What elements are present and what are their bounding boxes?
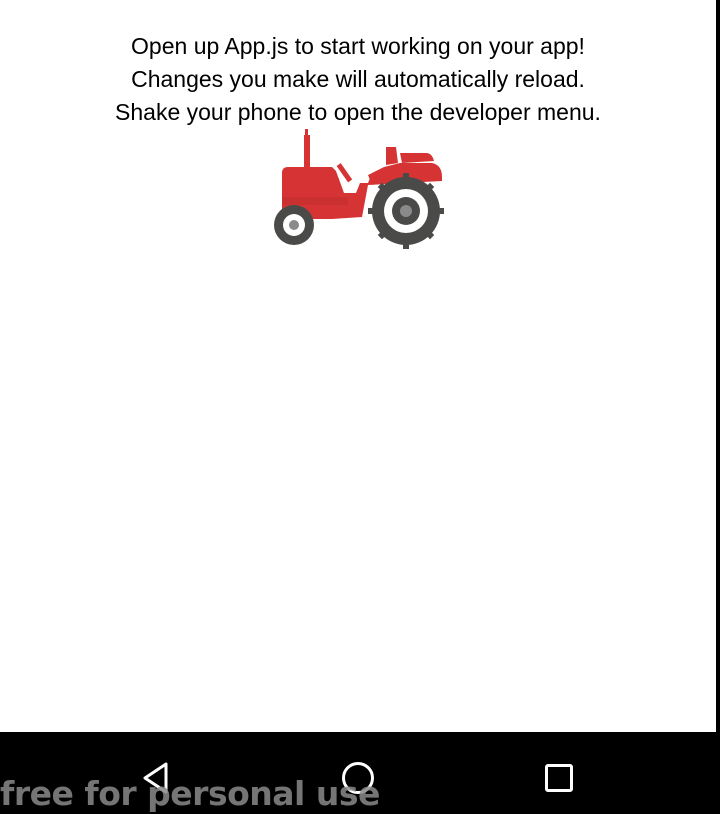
watermark: free for personal use xyxy=(0,774,380,813)
app-content: Open up App.js to start working on your … xyxy=(0,0,716,732)
phone-screen: Open up App.js to start working on your … xyxy=(0,0,720,814)
recents-button[interactable] xyxy=(535,754,583,802)
tractor-icon xyxy=(274,129,444,249)
tractor-image xyxy=(272,127,444,249)
message-line-1: Open up App.js to start working on your … xyxy=(131,33,585,59)
message-line-3: Shake your phone to open the developer m… xyxy=(115,99,601,125)
screen-edge xyxy=(716,0,720,732)
recents-square-icon xyxy=(545,764,573,792)
message-line-2: Changes you make will automatically relo… xyxy=(131,66,585,92)
welcome-message: Open up App.js to start working on your … xyxy=(0,30,716,129)
